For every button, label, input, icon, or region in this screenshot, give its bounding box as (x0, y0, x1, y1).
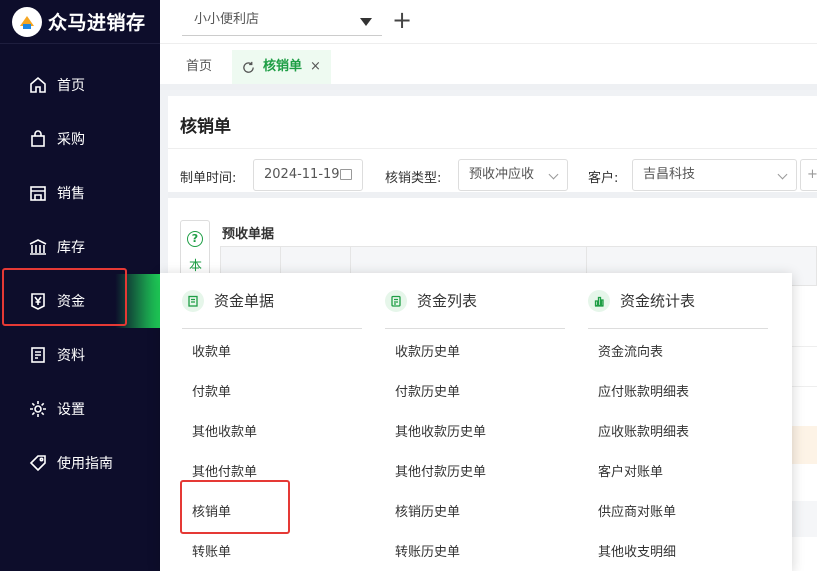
sidebar-item-label: 库存 (57, 240, 85, 256)
menu-item-customer-statement[interactable]: 客户对账单 (598, 461, 663, 480)
sidebar-item-settings[interactable]: 设置 (0, 382, 160, 436)
menu-item-supplier-statement[interactable]: 供应商对账单 (598, 501, 676, 520)
sidebar-item-inventory[interactable]: 库存 (0, 220, 160, 274)
close-icon[interactable]: × (310, 50, 321, 84)
menu-item-receivable-detail[interactable]: 应收账款明细表 (598, 421, 689, 440)
menu-column-statistics: 资金统计表 资金流向表 应付账款明细表 应收账款明细表 客户对账单 供应商对账单… (588, 273, 768, 560)
menu-item-payable-detail[interactable]: 应付账款明细表 (598, 381, 689, 400)
menu-item-payment-history[interactable]: 付款历史单 (395, 381, 460, 400)
list-icon (385, 289, 407, 312)
menu-item-write-off-history[interactable]: 核销历史单 (395, 501, 460, 520)
menu-item-fund-flow[interactable]: 资金流向表 (598, 341, 663, 360)
gear-icon (30, 401, 46, 417)
menu-item-receipt-history[interactable]: 收款历史单 (395, 341, 460, 360)
date-input[interactable]: 2024-11-19 (253, 159, 363, 191)
logo-mark-icon (12, 6, 42, 37)
sidebar-item-home[interactable]: 首页 (0, 58, 160, 112)
sidebar-item-label: 设置 (57, 402, 85, 418)
menu-column-header: 资金列表 (385, 273, 565, 329)
refresh-icon[interactable] (242, 61, 255, 74)
menu-column-lists: 资金列表 收款历史单 付款历史单 其他收款历史单 其他付款历史单 核销历史单 转… (385, 273, 565, 560)
sidebar-item-label: 资料 (57, 348, 85, 364)
sidebar-item-guide[interactable]: 使用指南 (0, 436, 160, 490)
menu-item-other-payment[interactable]: 其他付款单 (192, 461, 257, 480)
plus-icon: + (807, 167, 817, 182)
sidebar-item-label: 首页 (57, 78, 85, 94)
type-select[interactable]: 预收冲应收 (458, 159, 568, 191)
store-select-value: 小小便利店 (194, 12, 260, 27)
help-text: 本 (189, 259, 203, 274)
customer-label: 客户: (588, 171, 619, 186)
menu-column-header: 资金单据 (182, 273, 362, 329)
menu-item-other-payment-history[interactable]: 其他付款历史单 (395, 461, 486, 480)
menu-item-transfer-history[interactable]: 转账历史单 (395, 541, 460, 560)
store-select[interactable]: 小小便利店 (182, 10, 382, 36)
filter-row: 制单时间: 2024-11-19 核销类型: 预收冲应收 客户: 吉昌科技 + (168, 148, 817, 198)
app-name: 众马进销存 (48, 12, 146, 34)
tag-icon (29, 455, 46, 472)
sidebar: 众马进销存 首页 采购 销售 库存 资金 资料 设置 使用指南 (0, 0, 160, 571)
topbar: 小小便利店 + (160, 0, 817, 44)
sidebar-item-label: 使用指南 (57, 456, 113, 472)
tab-label: 核销单 (263, 59, 303, 74)
tab-home[interactable]: 首页 (174, 50, 224, 84)
add-customer-button[interactable]: + (800, 159, 817, 191)
menu-column-documents: 资金单据 收款单 付款单 其他收款单 其他付款单 核销单 转账单 (180, 273, 362, 560)
logo: 众马进销存 (0, 0, 160, 44)
menu-item-payment[interactable]: 付款单 (192, 381, 231, 400)
chevron-down-icon (548, 169, 559, 180)
menu-item-transfer[interactable]: 转账单 (192, 541, 231, 560)
shopping-bag-icon (31, 130, 45, 147)
page-title: 核销单 (180, 117, 231, 137)
home-icon (30, 76, 46, 93)
document-icon (31, 347, 45, 363)
menu-column-header: 资金统计表 (588, 273, 768, 329)
question-icon: ? (187, 231, 203, 247)
sidebar-item-label: 销售 (57, 186, 85, 202)
menu-item-other-income-expense[interactable]: 其他收支明细 (598, 541, 676, 560)
clipboard-icon (182, 289, 204, 312)
funds-highlight-box (2, 268, 127, 326)
menu-item-other-receipt-history[interactable]: 其他收款历史单 (395, 421, 486, 440)
help-panel[interactable]: ? 本 (180, 220, 210, 276)
type-value: 预收冲应收 (469, 167, 535, 182)
chevron-down-icon (777, 169, 788, 180)
type-label: 核销类型: (385, 171, 442, 186)
tab-write-off[interactable]: 核销单 × (232, 50, 331, 84)
menu-column-title: 资金单据 (214, 292, 275, 310)
add-store-button[interactable]: + (392, 6, 412, 34)
sidebar-item-data[interactable]: 资料 (0, 328, 160, 382)
funds-mega-menu: 资金单据 收款单 付款单 其他收款单 其他付款单 核销单 转账单 资金列表 收款… (160, 273, 792, 571)
date-value: 2024-11-19 (264, 167, 340, 182)
menu-item-other-receipt[interactable]: 其他收款单 (192, 421, 257, 440)
sidebar-item-purchase[interactable]: 采购 (0, 112, 160, 166)
write-off-highlight-box (180, 480, 290, 534)
date-label: 制单时间: (180, 171, 237, 186)
menu-column-title: 资金列表 (417, 292, 478, 310)
sidebar-item-sales[interactable]: 销售 (0, 166, 160, 220)
menu-column-title: 资金统计表 (620, 292, 696, 310)
bar-chart-icon (588, 289, 610, 312)
customer-value: 吉昌科技 (643, 167, 696, 182)
caret-down-icon (360, 18, 372, 26)
tab-bar: 首页 核销单 × (160, 44, 817, 90)
menu-item-receipt[interactable]: 收款单 (192, 341, 231, 360)
section-title: 预收单据 (222, 227, 275, 242)
sidebar-item-label: 采购 (57, 132, 85, 148)
warehouse-icon (29, 239, 47, 255)
store-icon (30, 186, 46, 201)
customer-select[interactable]: 吉昌科技 (632, 159, 797, 191)
calendar-icon (340, 169, 352, 180)
